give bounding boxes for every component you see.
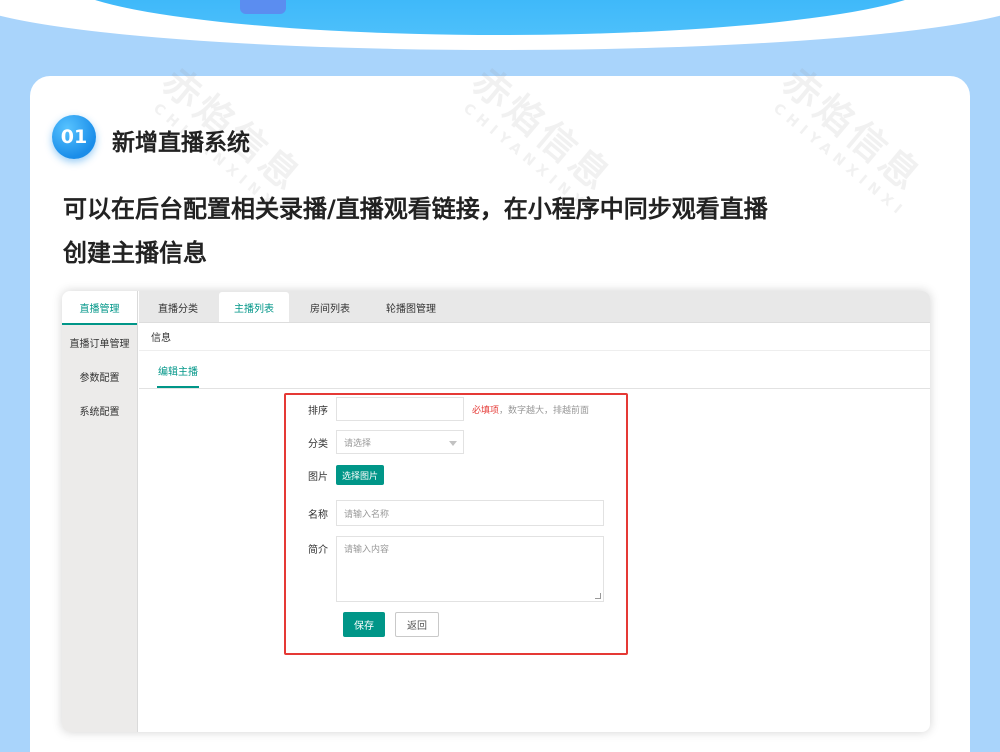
intro-label: 简介 [308, 545, 328, 556]
tab-anchor-list[interactable]: 主播列表 [219, 292, 289, 322]
category-row: 分类 请选择 [286, 430, 464, 454]
sub-tab-bar: 编辑主播 [139, 355, 930, 389]
tab-carousel[interactable]: 轮播图管理 [371, 292, 451, 322]
description: 可以在后台配置相关录播/直播观看链接，在小程序中同步观看直播 创建主播信息 [63, 187, 923, 275]
info-bar: 信息 [139, 323, 930, 351]
tab-live-category[interactable]: 直播分类 [143, 292, 213, 322]
sort-input[interactable] [336, 397, 464, 421]
name-label: 名称 [308, 509, 328, 521]
name-row: 名称 请输入名称 [286, 500, 604, 526]
sidebar-item-live-orders[interactable]: 直播订单管理 [62, 325, 137, 359]
description-line-1: 可以在后台配置相关录播/直播观看链接，在小程序中同步观看直播 [63, 195, 768, 223]
sidebar-item-system[interactable]: 系统配置 [62, 393, 137, 427]
sort-row: 排序 必填项，数字越大，排越前面 [286, 397, 589, 421]
image-row: 图片 选择图片 [286, 465, 385, 485]
admin-sidebar: 直播管理 直播订单管理 参数配置 系统配置 [62, 291, 138, 732]
sidebar-item-live-management[interactable]: 直播管理 [62, 291, 137, 325]
save-button[interactable]: 保存 [343, 612, 385, 637]
intro-placeholder: 请输入内容 [344, 545, 390, 555]
image-label: 图片 [308, 471, 328, 483]
sort-label: 排序 [308, 405, 328, 417]
top-tab-bar: 直播分类 主播列表 房间列表 轮播图管理 [139, 291, 930, 323]
form-highlight-box: 排序 必填项，数字越大，排越前面 分类 请选择 图片 选择图片 名称 请输入名称 [284, 393, 628, 655]
step-title: 新增直播系统 [112, 130, 250, 156]
banner-tab-decoration [240, 0, 286, 14]
chevron-down-icon [449, 441, 457, 446]
category-placeholder: 请选择 [344, 438, 372, 449]
required-mark: 必填项 [472, 405, 500, 416]
admin-screenshot: 直播管理 直播订单管理 参数配置 系统配置 直播分类 主播列表 房间列表 轮播图… [62, 291, 930, 732]
action-row: 保存 返回 [343, 612, 439, 637]
step-number-badge: 01 [52, 115, 96, 159]
name-input[interactable]: 请输入名称 [336, 500, 604, 526]
sidebar-item-params[interactable]: 参数配置 [62, 359, 137, 393]
intro-textarea[interactable]: 请输入内容 [336, 536, 604, 602]
description-line-2: 创建主播信息 [63, 239, 207, 267]
choose-image-button[interactable]: 选择图片 [336, 465, 385, 485]
back-button[interactable]: 返回 [395, 612, 439, 637]
resize-handle-icon[interactable] [595, 593, 601, 599]
tab-edit-anchor[interactable]: 编辑主播 [157, 363, 199, 388]
tab-room-list[interactable]: 房间列表 [295, 292, 365, 322]
category-select[interactable]: 请选择 [336, 430, 464, 454]
sort-hint: 必填项，数字越大，排越前面 [472, 405, 590, 416]
category-label: 分类 [308, 438, 328, 450]
admin-main: 直播分类 主播列表 房间列表 轮播图管理 信息 编辑主播 排序 必填项，数字越大… [139, 291, 930, 732]
intro-row: 简介 请输入内容 [286, 536, 604, 602]
